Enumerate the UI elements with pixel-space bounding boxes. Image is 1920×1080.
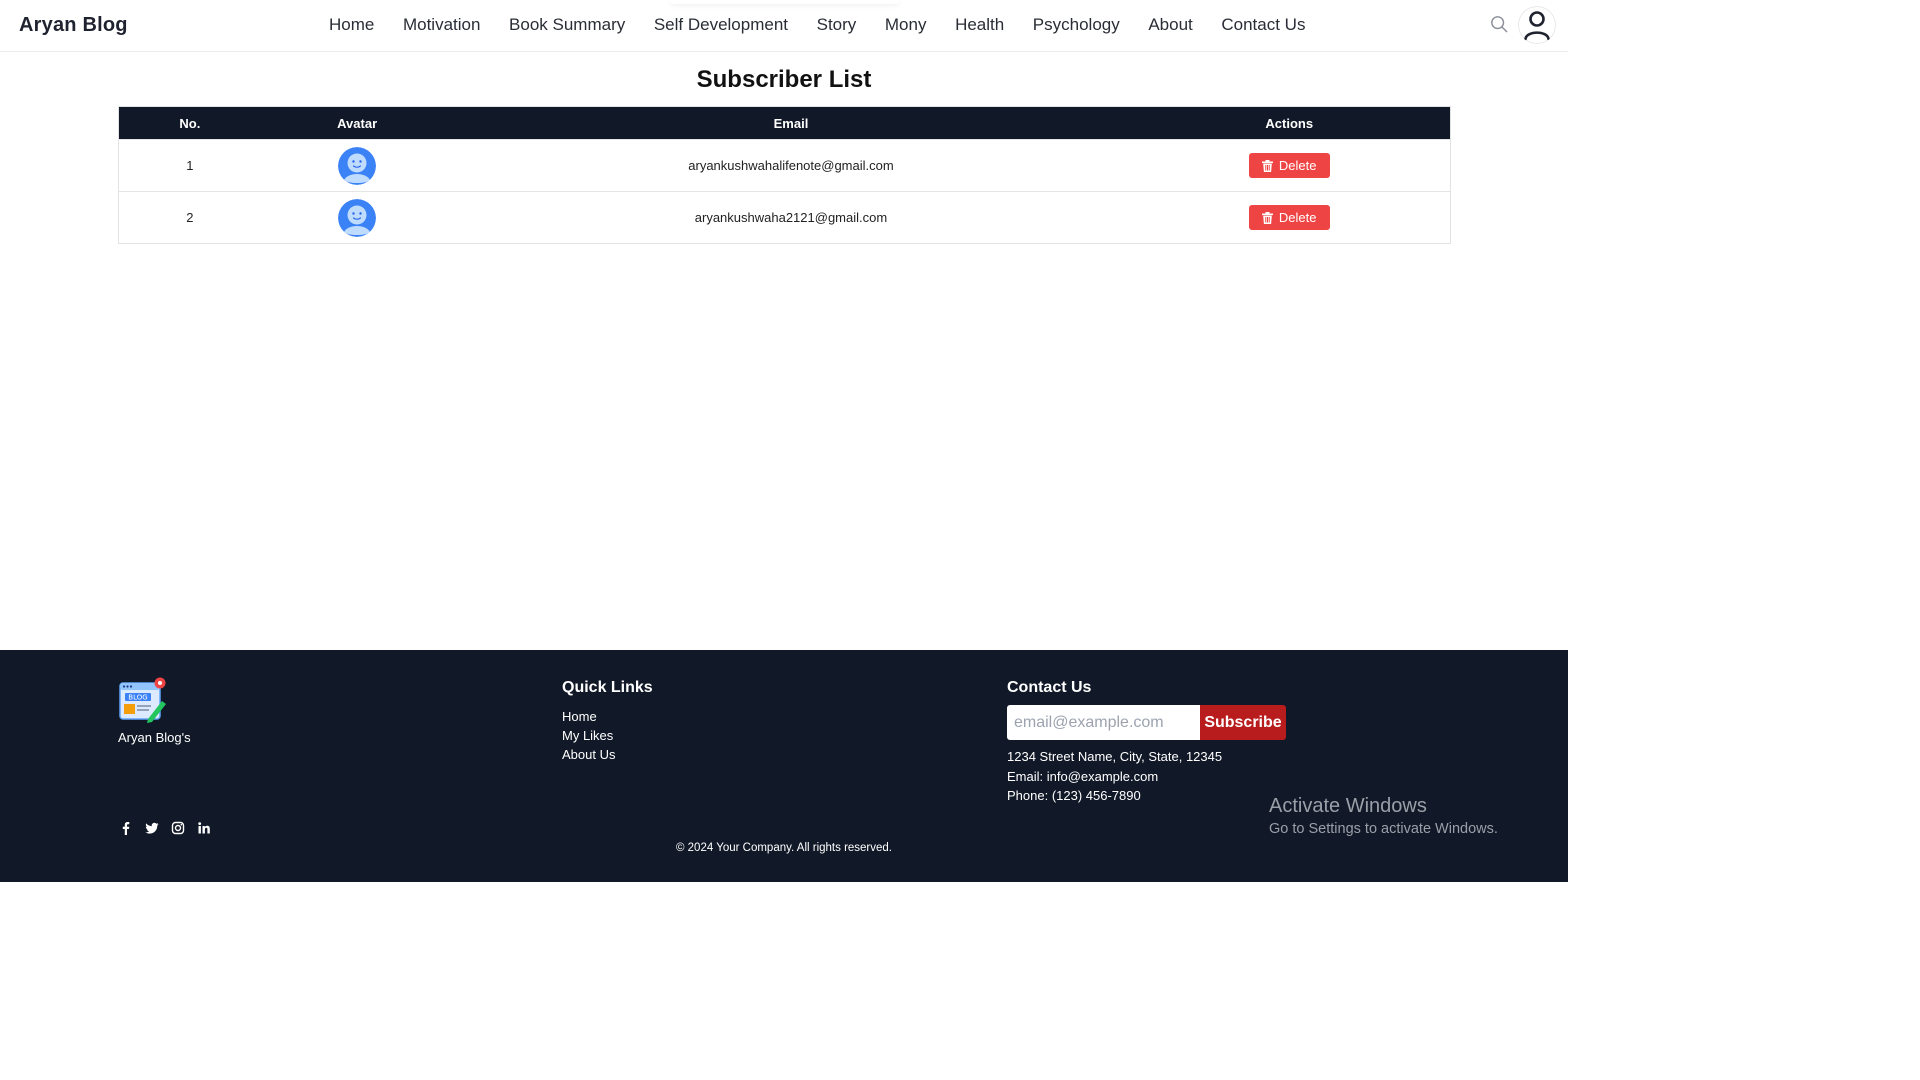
page-title: Subscriber List [696, 66, 872, 93]
contact-address: 1234 Street Name, City, State, 12345 [1007, 749, 1223, 764]
nav-psychology[interactable]: Psychology [1033, 15, 1120, 35]
subscriber-email: aryankushwahalifenote@gmail.com [688, 158, 894, 173]
top-navbar: Aryan Blog Home Motivation Book Summary … [0, 0, 1568, 52]
actions-cell: Delete [1128, 205, 1450, 230]
delete-button[interactable]: Delete [1248, 153, 1330, 178]
footer-link-about-us[interactable]: About Us [562, 745, 615, 764]
nav-home[interactable]: Home [329, 15, 374, 35]
subscriber-email: aryankushwaha2121@gmail.com [694, 210, 888, 225]
footer-link-my-likes[interactable]: My Likes [562, 726, 615, 745]
table-row: 1 aryankushwahalifenote@gmail.com Delete [119, 139, 1450, 191]
copyright-text: © 2024 Your Company. All rights reserved… [675, 842, 893, 854]
footer: BLOG Aryan Blog's Quick Links Home My Li… [0, 650, 1568, 882]
contact-email: Email: info@example.com [1007, 768, 1159, 784]
instagram-icon[interactable] [171, 821, 185, 835]
windows-activation-watermark: Activate Windows Go to Settings to activ… [1269, 795, 1498, 837]
column-header-no: No. [179, 115, 201, 131]
table-header: No. Avatar Email Actions [119, 107, 1450, 139]
watermark-title: Activate Windows [1269, 795, 1427, 817]
footer-link-home[interactable]: Home [562, 707, 615, 726]
subscriber-table: No. Avatar Email Actions 1 aryankushwaha… [118, 106, 1451, 244]
watermark-subtitle: Go to Settings to activate Windows. [1269, 821, 1498, 837]
nav-story[interactable]: Story [817, 15, 857, 35]
column-header-avatar: Avatar [337, 115, 378, 131]
avatar-cell [261, 198, 454, 237]
column-header-email: Email [773, 115, 809, 131]
avatar [338, 198, 377, 237]
delete-button-label: Delete [1278, 158, 1317, 173]
subscribe-email-input[interactable] [1007, 705, 1200, 740]
svg-text:BLOG: BLOG [128, 694, 147, 702]
contact-title: Contact Us [1007, 679, 1092, 696]
nav-hover-shadow [670, 0, 900, 4]
contact-details: 1234 Street Name, City, State, 12345 Ema… [1007, 747, 1222, 806]
nav-self-development[interactable]: Self Development [654, 15, 788, 35]
avatar [338, 146, 377, 185]
nav-health[interactable]: Health [955, 15, 1004, 35]
table-row: 2 aryankushwaha2121@gmail.com Delete [119, 191, 1450, 243]
avatar-cell [261, 146, 454, 185]
delete-button[interactable]: Delete [1248, 205, 1330, 230]
blog-logo-icon: BLOG [119, 677, 166, 723]
nav-book-summary[interactable]: Book Summary [509, 15, 625, 35]
facebook-icon[interactable] [119, 821, 133, 835]
main-nav: Home Motivation Book Summary Self Develo… [329, 15, 1334, 35]
quick-links-title: Quick Links [562, 679, 653, 696]
actions-cell: Delete [1128, 153, 1450, 178]
column-header-actions: Actions [1265, 115, 1314, 131]
user-icon[interactable] [1518, 6, 1556, 44]
nav-contact-us[interactable]: Contact Us [1221, 15, 1305, 35]
delete-button-label: Delete [1278, 210, 1317, 225]
brand-logo-text[interactable]: Aryan Blog [19, 14, 128, 37]
subscribe-button[interactable]: Subscribe [1200, 705, 1286, 740]
nav-motivation[interactable]: Motivation [403, 15, 480, 35]
search-icon[interactable] [1490, 15, 1508, 33]
nav-mony[interactable]: Mony [885, 15, 927, 35]
quick-links-list: Home My Likes About Us [562, 707, 615, 764]
footer-brand: Aryan Blog's [118, 730, 191, 745]
row-number: 2 [186, 210, 194, 225]
linkedin-icon[interactable] [197, 821, 211, 835]
twitter-icon[interactable] [145, 821, 159, 835]
row-number: 1 [186, 158, 194, 173]
trash-icon [1261, 211, 1273, 224]
subscribe-form: Subscribe [1007, 705, 1286, 740]
nav-about[interactable]: About [1148, 15, 1192, 35]
social-links [119, 821, 211, 835]
trash-icon [1261, 159, 1273, 172]
contact-phone: Phone: (123) 456-7890 [1007, 788, 1141, 803]
